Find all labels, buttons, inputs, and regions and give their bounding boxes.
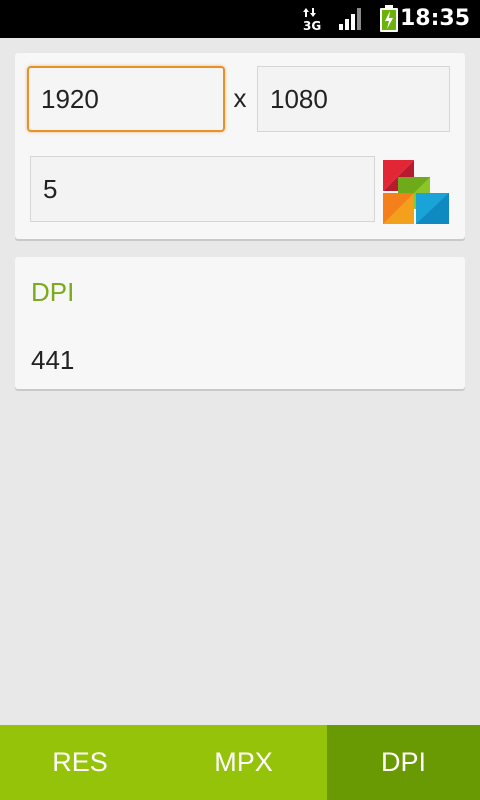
status-clock: 18:35 [399, 6, 470, 31]
app-logo-icon [382, 159, 450, 225]
width-input[interactable] [27, 66, 225, 132]
tab-res[interactable]: RES [0, 725, 160, 800]
height-input[interactable] [257, 66, 450, 132]
network-label: 3G [303, 19, 321, 32]
result-card: DPI 441 [15, 257, 465, 389]
tab-dpi[interactable]: DPI [327, 725, 480, 800]
result-title: DPI [31, 277, 75, 307]
result-value: 441 [31, 345, 75, 375]
tab-dpi-label: DPI [380, 747, 426, 777]
signal-strength-icon [338, 0, 364, 38]
tab-res-label: RES [52, 747, 108, 777]
status-bar: 3G 18:35 [0, 0, 480, 38]
battery-charging-icon [376, 0, 402, 38]
tab-mpx[interactable]: MPX [160, 725, 327, 800]
bottom-tab-bar: RES MPX DPI [0, 725, 480, 800]
tab-mpx-label: MPX [214, 747, 273, 777]
times-symbol: x [233, 83, 247, 113]
diagonal-input[interactable] [30, 156, 375, 222]
network-3g-icon: 3G [300, 0, 326, 38]
input-card: x [15, 53, 465, 239]
